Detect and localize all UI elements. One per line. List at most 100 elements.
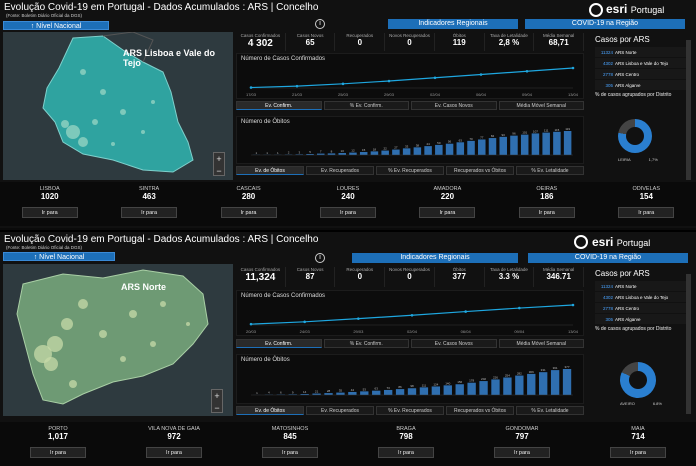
tab-ev-obitos[interactable]: Ev. de Óbitos: [236, 166, 304, 175]
esri-logo: esri Portugal: [606, 2, 664, 16]
data-label: 14: [303, 390, 307, 394]
tab-pct-ev-confirm[interactable]: % Ev. Confirm.: [324, 101, 410, 110]
covid-regiao-button[interactable]: COVID-19 na Região: [525, 19, 685, 29]
tab-pct-ev-recuperados[interactable]: % Ev. Recuperados: [376, 166, 444, 175]
scrollbar[interactable]: [686, 274, 691, 414]
goto-button[interactable]: Ir para: [519, 207, 575, 218]
zoom-out-button[interactable]: −: [214, 165, 224, 177]
tab-pct-ev-letalidade[interactable]: % Ev. Letalidade: [516, 406, 584, 415]
muni-card: BRAGA798Ir para: [348, 422, 464, 466]
map-bubble[interactable]: [92, 119, 98, 125]
map-bubble[interactable]: [160, 301, 166, 307]
data-label: 21: [315, 390, 319, 394]
tab-recuperados-vs-obitos[interactable]: Recuperados vs Óbitos: [446, 166, 514, 175]
tab-pct-ev-recuperados[interactable]: % Ev. Recuperados: [376, 406, 444, 415]
kpi-obitos: Óbitos119: [435, 33, 485, 51]
map-bubble[interactable]: [44, 357, 58, 371]
tab-ev-obitos[interactable]: Ev. de Óbitos: [236, 406, 304, 415]
tab-ev-recuperados[interactable]: Ev. Recuperados: [306, 166, 374, 175]
indicadores-regionais-button[interactable]: Indicadores Regionais: [352, 253, 518, 263]
bar: [510, 136, 518, 155]
zoom-control[interactable]: + −: [213, 152, 225, 176]
map-bubble[interactable]: [99, 330, 107, 338]
deaths-chart[interactable]: Número de Óbitos 14691421283544536373869…: [236, 354, 584, 404]
map-bubble[interactable]: [100, 89, 106, 95]
sidebar-item-lisboa[interactable]: 4302ARS Lisboa e Vale do Tejo: [595, 292, 689, 302]
region-shape: [17, 270, 208, 404]
map-bubble[interactable]: [120, 109, 126, 115]
sidebar-item-algarve[interactable]: 305ARS Algarve: [595, 314, 689, 324]
confirmed-cases-chart[interactable]: Número de Casos Confirmados 20/0324/0329…: [236, 290, 584, 336]
map-bubble[interactable]: [61, 120, 69, 128]
info-icon[interactable]: i: [315, 253, 325, 263]
map-bubble[interactable]: [141, 130, 145, 134]
goto-button[interactable]: Ir para: [378, 447, 434, 458]
tab-ev-casos-novos[interactable]: Ev. Casos Novos: [411, 101, 497, 110]
sidebar-item-lisboa[interactable]: 4302ARS Lisboa e Vale do Tejo: [595, 58, 689, 68]
map-bubble[interactable]: [120, 356, 126, 362]
goto-button[interactable]: Ir para: [22, 207, 78, 218]
region-map[interactable]: ARS Norte + −: [3, 264, 233, 416]
tab-pct-ev-confirm[interactable]: % Ev. Confirm.: [324, 339, 410, 348]
muni-card: MATOSINHOS845Ir para: [232, 422, 348, 466]
tab-media-movel[interactable]: Média Móvel Semanal: [499, 339, 585, 348]
zoom-in-button[interactable]: +: [214, 153, 224, 165]
goto-button[interactable]: Ir para: [30, 447, 86, 458]
info-icon[interactable]: i: [315, 19, 325, 29]
zoom-control[interactable]: + −: [211, 389, 223, 413]
zoom-out-button[interactable]: −: [212, 402, 222, 414]
data-point: [296, 85, 299, 88]
deaths-chart[interactable]: Número de Óbitos 11123578101215182227333…: [236, 116, 584, 164]
tab-pct-ev-letalidade[interactable]: % Ev. Letalidade: [516, 166, 584, 175]
dashboard-norte: Evolução Covid-19 em Portugal - Dados Ac…: [0, 230, 696, 464]
map-bubble[interactable]: [61, 318, 73, 330]
goto-button[interactable]: Ir para: [419, 207, 475, 218]
data-label: 119: [565, 127, 570, 131]
national-level-button[interactable]: ↑ Nível Nacional: [3, 252, 115, 261]
sidebar-item-norte[interactable]: 11324ARS Norte: [595, 47, 689, 57]
goto-button[interactable]: Ir para: [262, 447, 318, 458]
map-bubble[interactable]: [151, 100, 155, 104]
map-bubble[interactable]: [150, 341, 156, 347]
tab-ev-confirm[interactable]: Ev. Confirm.: [236, 339, 322, 348]
sidebar-item-centro[interactable]: 2778ARS Centro: [595, 69, 689, 79]
goto-button[interactable]: Ir para: [494, 447, 550, 458]
map-bubble[interactable]: [78, 137, 88, 147]
region-map[interactable]: ARS Lisboa e Vale do Tejo + −: [3, 32, 233, 180]
data-label: 226: [493, 375, 498, 379]
goto-button[interactable]: Ir para: [121, 207, 177, 218]
tab-ev-confirm[interactable]: Ev. Confirm.: [236, 101, 322, 110]
sidebar-item-norte[interactable]: 11324ARS Norte: [595, 281, 689, 291]
source-note: (Fonte: Boletim Diário Oficial da DGS): [6, 245, 82, 250]
tab-recuperados-vs-obitos[interactable]: Recuperados vs Óbitos: [446, 406, 514, 415]
tab-ev-casos-novos[interactable]: Ev. Casos Novos: [411, 339, 497, 348]
indicadores-regionais-button[interactable]: Indicadores Regionais: [388, 19, 518, 29]
x-tick-label: 06/04: [476, 92, 487, 97]
tab-media-movel[interactable]: Média Móvel Semanal: [499, 101, 585, 110]
covid-regiao-button[interactable]: COVID-19 na Região: [528, 253, 688, 263]
scrollbar[interactable]: [686, 40, 691, 180]
tab-ev-recuperados[interactable]: Ev. Recuperados: [306, 406, 374, 415]
national-level-button[interactable]: ↑ Nível Nacional: [3, 21, 109, 30]
muni-card: AMADORA220Ir para: [398, 182, 497, 226]
goto-button[interactable]: Ir para: [221, 207, 277, 218]
map-bubble[interactable]: [66, 125, 80, 139]
data-label: 53: [363, 387, 367, 391]
zoom-in-button[interactable]: +: [212, 390, 222, 402]
sidebar-item-centro[interactable]: 2778ARS Centro: [595, 303, 689, 313]
goto-button[interactable]: Ir para: [618, 207, 674, 218]
map-bubble[interactable]: [78, 299, 88, 309]
map-bubble[interactable]: [69, 380, 77, 388]
data-label: 101: [522, 131, 527, 135]
sidebar-item-algarve[interactable]: 305ARS Algarve: [595, 80, 689, 90]
map-bubble[interactable]: [129, 310, 137, 318]
goto-button[interactable]: Ir para: [146, 447, 202, 458]
muni-card: PORTO1,017Ir para: [0, 422, 116, 466]
map-bubble[interactable]: [111, 142, 115, 146]
goto-button[interactable]: Ir para: [610, 447, 666, 458]
map-bubble[interactable]: [80, 69, 86, 75]
map-bubble[interactable]: [47, 336, 63, 352]
goto-button[interactable]: Ir para: [320, 207, 376, 218]
confirmed-cases-chart[interactable]: Número de Casos Confirmados 17/0321/0325…: [236, 53, 584, 99]
map-bubble[interactable]: [186, 322, 190, 326]
